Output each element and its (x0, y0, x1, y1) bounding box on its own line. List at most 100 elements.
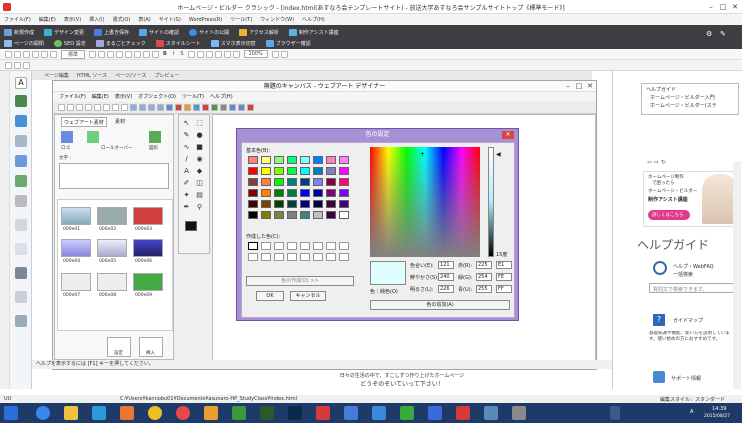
basic-color-swatch[interactable] (261, 200, 271, 208)
menu-view[interactable]: 表示(V) (64, 16, 81, 23)
style-select[interactable]: 標準 (61, 49, 86, 59)
toolbar-btn-13[interactable] (143, 50, 151, 58)
thumb-000e03[interactable] (133, 207, 163, 225)
d-obj9-icon[interactable] (238, 104, 245, 111)
help-webfaq-link[interactable]: ヘルプ・WebFAQ (673, 263, 714, 270)
ribbon-smartphone[interactable]: スマホ表示切替 (210, 39, 256, 47)
menu-edit[interactable]: 編集(E) (39, 16, 56, 23)
toolbar-btn-1[interactable] (5, 50, 12, 58)
thumb-000e08[interactable] (97, 273, 127, 291)
photoshop-icon[interactable] (288, 406, 302, 420)
d-obj3-icon[interactable] (184, 104, 191, 111)
custom-color-swatch[interactable] (248, 253, 258, 261)
toolbar-btn-12[interactable] (134, 50, 142, 58)
basic-color-swatch[interactable] (287, 156, 297, 164)
app-icon-8[interactable] (428, 406, 442, 420)
basic-color-swatch[interactable] (248, 189, 258, 197)
guide-map-link[interactable]: ガイドマップ (673, 317, 703, 324)
app-icon-6[interactable] (372, 406, 386, 420)
basic-color-swatch[interactable] (287, 167, 297, 175)
menu-window[interactable]: ウィンドウ(W) (260, 16, 294, 23)
basic-color-swatch[interactable] (287, 211, 297, 219)
menu-tools[interactable]: ツール(T) (230, 16, 252, 23)
support-link[interactable]: サポート情報 (671, 375, 701, 382)
d-paste-icon[interactable] (103, 104, 110, 111)
tray-lang[interactable]: A (690, 409, 693, 415)
text-input[interactable] (59, 163, 169, 189)
ok-button[interactable]: OK (256, 291, 284, 301)
color-spectrum[interactable] (370, 147, 480, 257)
form-icon[interactable] (15, 195, 27, 207)
circle-tool-icon[interactable]: ◉ (195, 155, 204, 164)
ribbon-assist[interactable]: 制作アシスト講座 (288, 28, 339, 36)
gradient-tool-icon[interactable]: ▤ (195, 191, 204, 200)
luminance-arrow-icon[interactable]: ◀ (496, 151, 501, 158)
rect-tool-icon[interactable]: ■ (195, 143, 204, 152)
basic-color-swatch[interactable] (287, 200, 297, 208)
define-custom-colors-button[interactable]: 色の作成(D) >> (246, 276, 354, 286)
app-icon-2[interactable] (176, 406, 190, 420)
eyedropper-tool-icon[interactable]: ✒ (182, 203, 191, 212)
tree-item[interactable]: ホームページ・ビルダー(ステ (650, 102, 717, 109)
basic-color-swatch[interactable] (313, 156, 323, 164)
d-mode3-icon[interactable] (148, 104, 155, 111)
phone-icon[interactable] (15, 267, 27, 279)
toolbar-btn-19[interactable] (223, 50, 231, 58)
select-tool-icon[interactable]: ↖ (182, 119, 191, 128)
custom-color-swatch[interactable] (339, 253, 349, 261)
ribbon-page-open[interactable]: ページの開閉 (4, 39, 44, 47)
app-icon-3[interactable] (204, 406, 218, 420)
zoom-tool-icon[interactable]: ⚲ (195, 203, 204, 212)
text-tool-icon[interactable]: A (182, 167, 191, 176)
thumb-000e02[interactable] (97, 207, 127, 225)
d-mode1-icon[interactable] (130, 104, 137, 111)
tab-html-source[interactable]: HTML ソース (77, 72, 107, 79)
eraser-tool-icon[interactable]: ◫ (195, 179, 204, 188)
toolbar-btn-22[interactable] (280, 50, 288, 58)
d-mode2-icon[interactable] (139, 104, 146, 111)
basic-color-swatch[interactable] (313, 189, 323, 197)
category-rollover-icon[interactable] (87, 131, 99, 143)
d-open-icon[interactable] (67, 104, 74, 111)
custom-color-swatch[interactable] (300, 242, 310, 250)
toolbar-btn-21[interactable] (271, 50, 279, 58)
tool-icon[interactable] (15, 135, 27, 147)
ribbon-seo[interactable]: SEO 設定 (53, 39, 86, 47)
ribbon-site-publish[interactable]: サイトの公開 (189, 28, 229, 36)
custom-color-swatch[interactable] (261, 242, 271, 250)
promo-banner[interactable]: ホームページ制作 で困ったら ホームページ・ビルダー 制作アシスト講座 詳しくは… (643, 171, 739, 227)
basic-color-swatch[interactable] (274, 189, 284, 197)
basic-color-swatch[interactable] (261, 189, 271, 197)
basic-color-swatch[interactable] (300, 189, 310, 197)
brush-tool-icon[interactable]: ✐ (182, 179, 191, 188)
stamp-tool-icon[interactable]: ✦ (182, 191, 191, 200)
designer-close-button[interactable]: ✕ (585, 81, 595, 91)
d-obj8-icon[interactable] (229, 104, 236, 111)
hue-input[interactable]: 121 (438, 261, 454, 269)
shape-tool-icon[interactable]: ● (195, 131, 204, 140)
edge-icon[interactable] (36, 406, 50, 420)
basic-color-swatch[interactable] (287, 178, 297, 186)
toolbar-btn-16[interactable] (196, 50, 204, 58)
hex-red-field[interactable]: E1 (496, 261, 512, 269)
basic-color-swatch[interactable] (313, 200, 323, 208)
basic-color-swatch[interactable] (261, 156, 271, 164)
strike-button[interactable]: S (180, 51, 183, 57)
list-icon[interactable] (15, 219, 27, 231)
blue-input[interactable]: 255 (476, 285, 492, 293)
ribbon-analytics[interactable]: アクセス解析 (239, 28, 279, 36)
color-dialog-close-button[interactable]: ✕ (502, 131, 514, 139)
green-input[interactable]: 254 (476, 273, 492, 281)
transform-tool-icon[interactable]: ⬚ (195, 119, 204, 128)
close-button[interactable]: ✕ (730, 2, 740, 12)
app-icon-11[interactable] (512, 406, 526, 420)
toolbar-btn-18[interactable] (214, 50, 222, 58)
custom-color-swatch[interactable] (326, 253, 336, 261)
basic-color-swatch[interactable] (261, 211, 271, 219)
tab-material[interactable]: 素材 (113, 117, 127, 127)
gear-icon[interactable] (15, 315, 27, 327)
ribbon-pin-icon[interactable]: ✎ (720, 30, 728, 38)
basic-color-swatch[interactable] (261, 178, 271, 186)
custom-color-swatch[interactable] (339, 242, 349, 250)
basic-color-swatch[interactable] (339, 167, 349, 175)
